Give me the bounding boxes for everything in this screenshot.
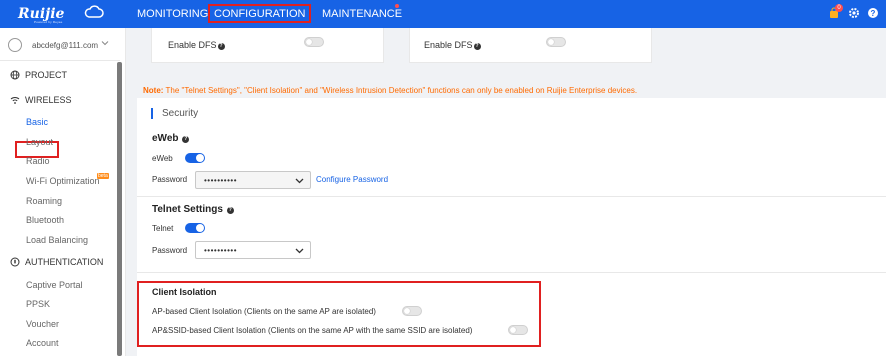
sidebar-item-radio[interactable]: Radio bbox=[26, 156, 50, 166]
sidebar-item-basic[interactable]: Basic bbox=[26, 117, 48, 127]
avatar bbox=[8, 38, 22, 52]
sidebar-section-project[interactable]: PROJECT bbox=[25, 70, 67, 80]
sidebar-section-wireless[interactable]: WIRELESS bbox=[25, 95, 72, 105]
wifi-icon bbox=[10, 97, 20, 104]
sidebar: abcdefg@111.com PROJECT WIRELESS Basic L… bbox=[0, 28, 126, 356]
sidebar-item-wifi-optimization[interactable]: Wi-Fi Optimization bbox=[26, 176, 100, 186]
security-panel: Security eWeb ? eWeb Password ••••••••••… bbox=[137, 98, 886, 356]
note-text: The "Telnet Settings", "Client Isolation… bbox=[165, 86, 638, 95]
gear-icon[interactable] bbox=[848, 7, 860, 19]
user-email: abcdefg@111.com bbox=[32, 41, 99, 50]
telnet-password-value: •••••••••• bbox=[204, 246, 238, 255]
ap-client-isolation-toggle[interactable] bbox=[402, 306, 422, 316]
ap-ssid-client-isolation-label: AP&SSID-based Client Isolation (Clients … bbox=[152, 326, 473, 335]
eweb-toggle-label: eWeb bbox=[152, 154, 173, 163]
sidebar-scrollbar[interactable] bbox=[117, 62, 122, 356]
sidebar-item-captive-portal[interactable]: Captive Portal bbox=[26, 280, 83, 290]
radio-card-right: Enable DFS? bbox=[409, 28, 652, 63]
note-prefix: Note: bbox=[143, 86, 164, 95]
chevron-down-icon bbox=[101, 41, 109, 46]
eweb-heading: eWeb ? bbox=[152, 133, 190, 144]
client-isolation-heading: Client Isolation bbox=[152, 287, 217, 297]
help-icon[interactable]: ? bbox=[473, 43, 481, 50]
sidebar-item-ppsk[interactable]: PPSK bbox=[26, 299, 50, 309]
main-content: Enable DFS? Enable DFS? Note: The "Telne… bbox=[137, 28, 886, 356]
logo-subtext: Powered by Reyee bbox=[34, 20, 63, 24]
configure-password-link[interactable]: Configure Password bbox=[316, 175, 388, 184]
user-account-selector[interactable]: abcdefg@111.com bbox=[0, 28, 120, 61]
shield-icon bbox=[10, 257, 20, 267]
ap-client-isolation-label: AP-based Client Isolation (Clients on th… bbox=[152, 307, 376, 316]
maintenance-alert-dot bbox=[395, 4, 399, 8]
sidebar-section-authentication[interactable]: AUTHENTICATION bbox=[25, 257, 103, 267]
divider bbox=[137, 196, 886, 197]
enable-dfs-label-left: Enable DFS? bbox=[168, 40, 225, 50]
globe-icon bbox=[10, 70, 20, 80]
divider bbox=[137, 272, 886, 273]
client-isolation-highlight-box: Client Isolation AP-based Client Isolati… bbox=[137, 281, 541, 347]
security-section-title: Security bbox=[151, 108, 198, 119]
sidebar-item-roaming[interactable]: Roaming bbox=[26, 196, 62, 206]
telnet-password-label: Password bbox=[152, 246, 188, 255]
sidebar-item-load-balancing[interactable]: Load Balancing bbox=[26, 235, 88, 245]
help-icon[interactable]: ? bbox=[217, 43, 225, 50]
enable-dfs-label-right: Enable DFS? bbox=[424, 40, 481, 50]
svg-text:?: ? bbox=[871, 9, 876, 18]
telnet-toggle-label: Telnet bbox=[152, 224, 174, 233]
help-icon[interactable]: ? bbox=[867, 7, 879, 19]
nav-monitoring[interactable]: MONITORING bbox=[137, 0, 208, 28]
sidebar-item-bluetooth[interactable]: Bluetooth bbox=[26, 215, 64, 225]
sidebar-item-voucher[interactable]: Voucher bbox=[26, 319, 59, 329]
beta-badge: beta bbox=[97, 173, 109, 179]
telnet-heading: Telnet Settings ? bbox=[152, 204, 234, 215]
top-navigation-bar: Ruijie Powered by Reyee MONITORING CONFI… bbox=[0, 0, 886, 28]
chevron-down-icon bbox=[295, 248, 304, 254]
enable-dfs-toggle-left[interactable] bbox=[304, 37, 324, 47]
nav-maintenance[interactable]: MAINTENANCE bbox=[322, 0, 402, 28]
help-icon[interactable]: ? bbox=[182, 136, 190, 143]
chevron-down-icon bbox=[295, 178, 304, 184]
radio-card-left: Enable DFS? bbox=[151, 28, 384, 63]
sidebar-item-account[interactable]: Account bbox=[26, 338, 59, 348]
cloud-icon bbox=[84, 5, 104, 18]
ruijie-logo[interactable]: Ruijie Powered by Reyee bbox=[8, 4, 108, 24]
telnet-password-select[interactable]: •••••••••• bbox=[195, 241, 311, 259]
nav-configuration[interactable]: CONFIGURATION bbox=[208, 4, 312, 23]
eweb-password-label: Password bbox=[152, 175, 188, 184]
enable-dfs-toggle-right[interactable] bbox=[546, 37, 566, 47]
help-icon[interactable]: ? bbox=[226, 207, 234, 214]
ap-ssid-client-isolation-toggle[interactable] bbox=[508, 325, 528, 335]
notification-count-badge: 0 bbox=[835, 4, 843, 12]
eweb-toggle[interactable] bbox=[185, 153, 205, 163]
enterprise-note: Note: The "Telnet Settings", "Client Iso… bbox=[143, 86, 637, 95]
eweb-password-value: •••••••••• bbox=[204, 176, 238, 185]
telnet-toggle[interactable] bbox=[185, 223, 205, 233]
sidebar-item-layout[interactable]: Layout bbox=[26, 137, 53, 147]
eweb-password-select[interactable]: •••••••••• bbox=[195, 171, 311, 189]
